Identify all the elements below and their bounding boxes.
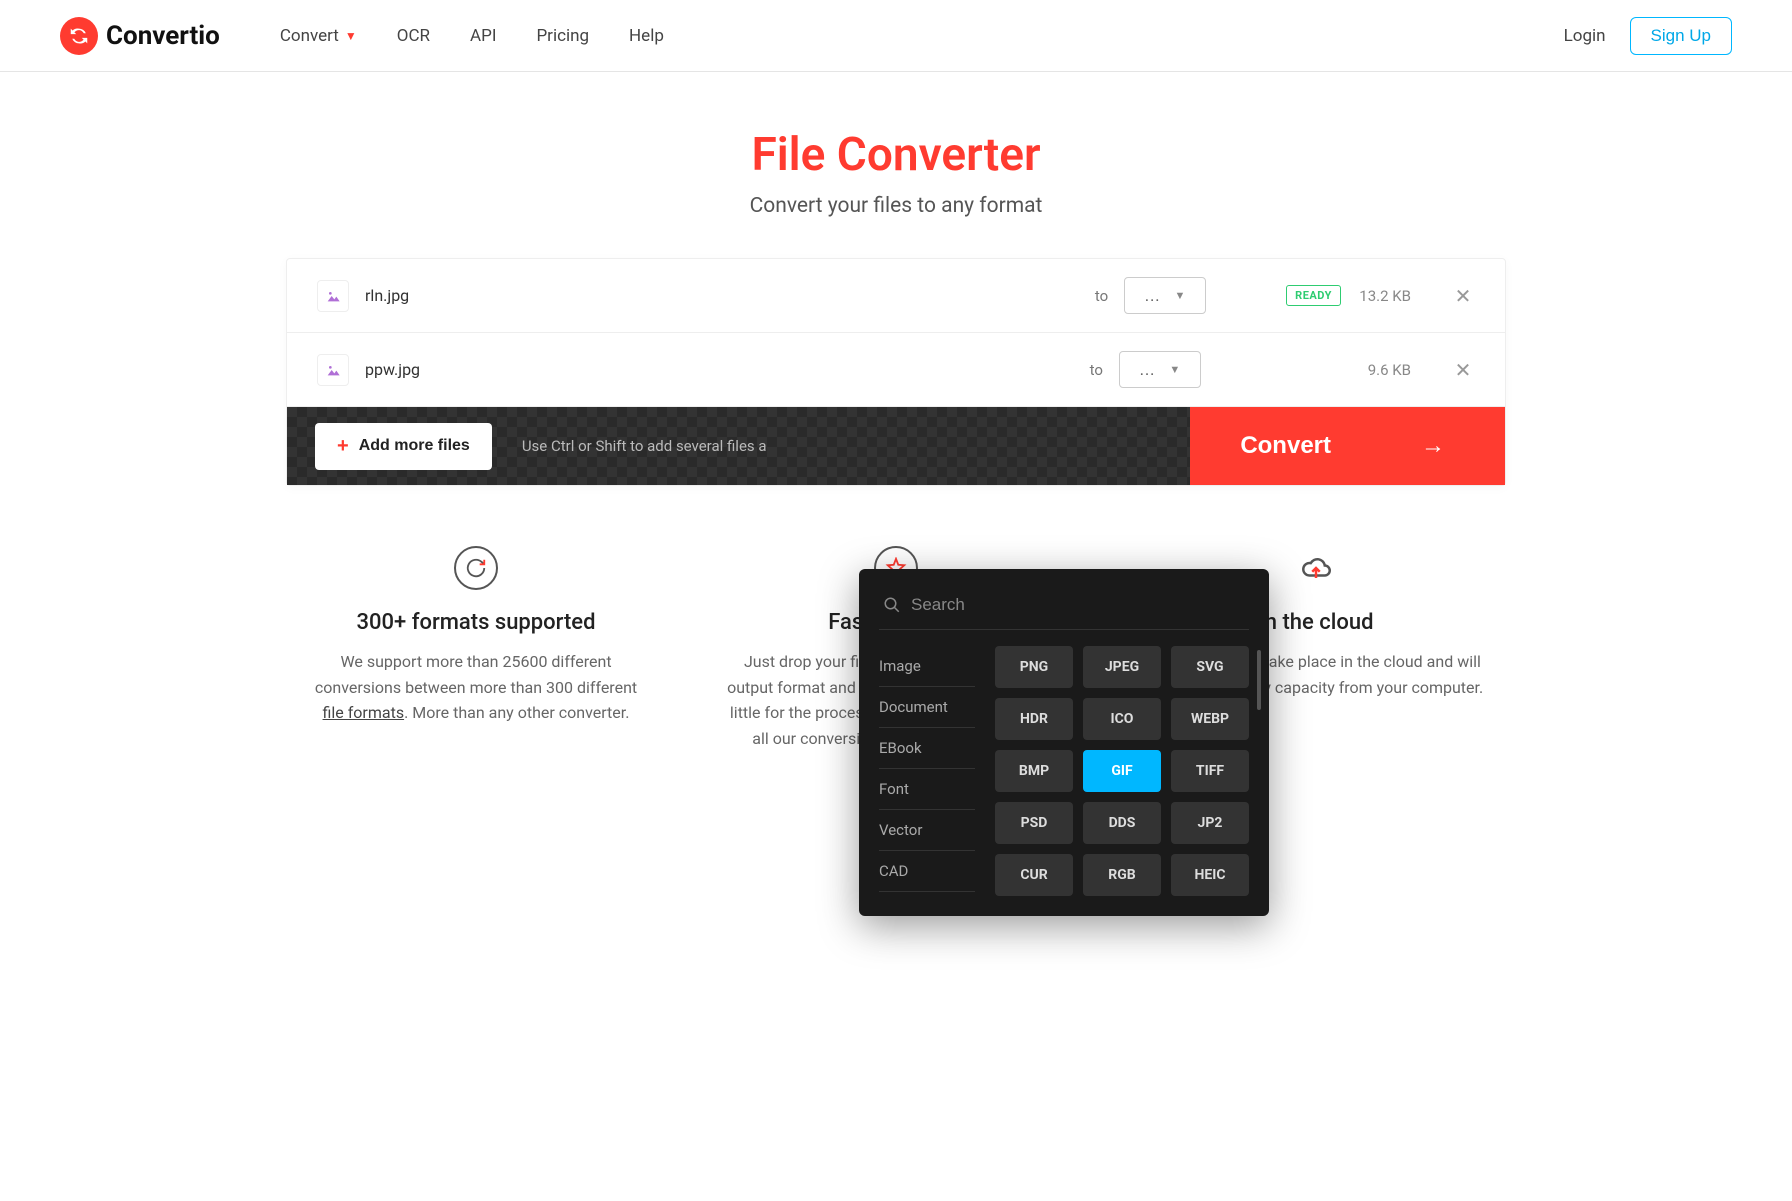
to-label: to: [1090, 361, 1103, 379]
page-title: File Converter: [0, 128, 1792, 182]
format-gif[interactable]: GIF: [1083, 750, 1161, 792]
format-cur[interactable]: CUR: [995, 854, 1073, 896]
feature-formats: 300+ formats supported We support more t…: [306, 546, 646, 751]
file-size: 13.2 KB: [1341, 287, 1411, 305]
format-png[interactable]: PNG: [995, 646, 1073, 688]
plus-icon: +: [337, 435, 349, 458]
arrow-right-icon: →: [1421, 432, 1445, 460]
category-image[interactable]: Image: [879, 646, 975, 687]
login-link[interactable]: Login: [1564, 26, 1606, 46]
chevron-down-icon: ▼: [1175, 289, 1186, 302]
nav-pricing[interactable]: Pricing: [536, 26, 589, 46]
format-select[interactable]: ... ▼: [1124, 277, 1206, 314]
format-jpeg[interactable]: JPEG: [1083, 646, 1161, 688]
nav: Convert ▼ OCR API Pricing Help: [280, 26, 1564, 46]
hint-text: Use Ctrl or Shift to add several files a: [522, 437, 1190, 455]
image-file-icon: [317, 280, 349, 312]
search-input[interactable]: [911, 595, 1245, 615]
status-badge: READY: [1286, 285, 1341, 306]
action-bar: + Add more files Use Ctrl or Shift to ad…: [287, 407, 1505, 485]
nav-ocr[interactable]: OCR: [397, 26, 430, 46]
format-svg[interactable]: SVG: [1171, 646, 1249, 688]
format-ico[interactable]: ICO: [1083, 698, 1161, 740]
chevron-down-icon: ▼: [1169, 363, 1180, 376]
category-font[interactable]: Font: [879, 769, 975, 810]
auth: Login Sign Up: [1564, 17, 1732, 55]
refresh-icon: [454, 546, 498, 590]
format-dds[interactable]: DDS: [1083, 802, 1161, 844]
scrollbar[interactable]: [1257, 650, 1261, 710]
file-row: rln.jpg to ... ▼ READY 13.2 KB ✕: [287, 259, 1505, 333]
file-size: 9.6 KB: [1341, 361, 1411, 379]
format-jp2[interactable]: JP2: [1171, 802, 1249, 844]
feature-text: We support more than 25600 different con…: [306, 649, 646, 726]
nav-help[interactable]: Help: [629, 26, 664, 46]
page-subtitle: Convert your files to any format: [0, 194, 1792, 218]
format-select[interactable]: ... ▼: [1119, 351, 1201, 388]
close-icon[interactable]: ✕: [1451, 358, 1475, 382]
close-icon[interactable]: ✕: [1451, 284, 1475, 308]
format-hdr[interactable]: HDR: [995, 698, 1073, 740]
format-heic[interactable]: HEIC: [1171, 854, 1249, 896]
category-cad[interactable]: CAD: [879, 851, 975, 892]
category-vector[interactable]: Vector: [879, 810, 975, 851]
signup-button[interactable]: Sign Up: [1630, 17, 1732, 55]
image-file-icon: [317, 354, 349, 386]
format-dropdown: Image Document EBook Font Vector CAD PNG…: [859, 569, 1269, 916]
format-tiff[interactable]: TIFF: [1171, 750, 1249, 792]
to-label: to: [1095, 287, 1108, 305]
category-ebook[interactable]: EBook: [879, 728, 975, 769]
format-categories: Image Document EBook Font Vector CAD: [879, 646, 975, 896]
format-psd[interactable]: PSD: [995, 802, 1073, 844]
cloud-upload-icon: [1294, 546, 1338, 590]
search-icon: [883, 596, 901, 614]
format-rgb[interactable]: RGB: [1083, 854, 1161, 896]
format-bmp[interactable]: BMP: [995, 750, 1073, 792]
hero: File Converter Convert your files to any…: [0, 72, 1792, 258]
convert-button[interactable]: Convert →: [1190, 407, 1505, 485]
logo[interactable]: Convertio: [60, 17, 220, 55]
header: Convertio Convert ▼ OCR API Pricing Help…: [0, 0, 1792, 72]
nav-api[interactable]: API: [470, 26, 496, 46]
dropdown-search: [879, 589, 1249, 630]
add-more-button[interactable]: + Add more files: [315, 423, 492, 470]
format-webp[interactable]: WEBP: [1171, 698, 1249, 740]
logo-icon: [60, 17, 98, 55]
chevron-down-icon: ▼: [345, 29, 357, 43]
format-grid: PNG JPEG SVG HDR ICO WEBP BMP GIF TIFF P…: [995, 646, 1249, 896]
file-name: rln.jpg: [365, 286, 1079, 305]
file-panel: rln.jpg to ... ▼ READY 13.2 KB ✕ ppw.jpg…: [286, 258, 1506, 486]
file-name: ppw.jpg: [365, 360, 1074, 379]
logo-text: Convertio: [106, 21, 220, 51]
nav-convert[interactable]: Convert ▼: [280, 26, 357, 46]
category-document[interactable]: Document: [879, 687, 975, 728]
file-formats-link[interactable]: file formats: [323, 703, 405, 722]
feature-title: 300+ formats supported: [306, 610, 646, 635]
file-row: ppw.jpg to ... ▼ 9.6 KB ✕: [287, 333, 1505, 407]
